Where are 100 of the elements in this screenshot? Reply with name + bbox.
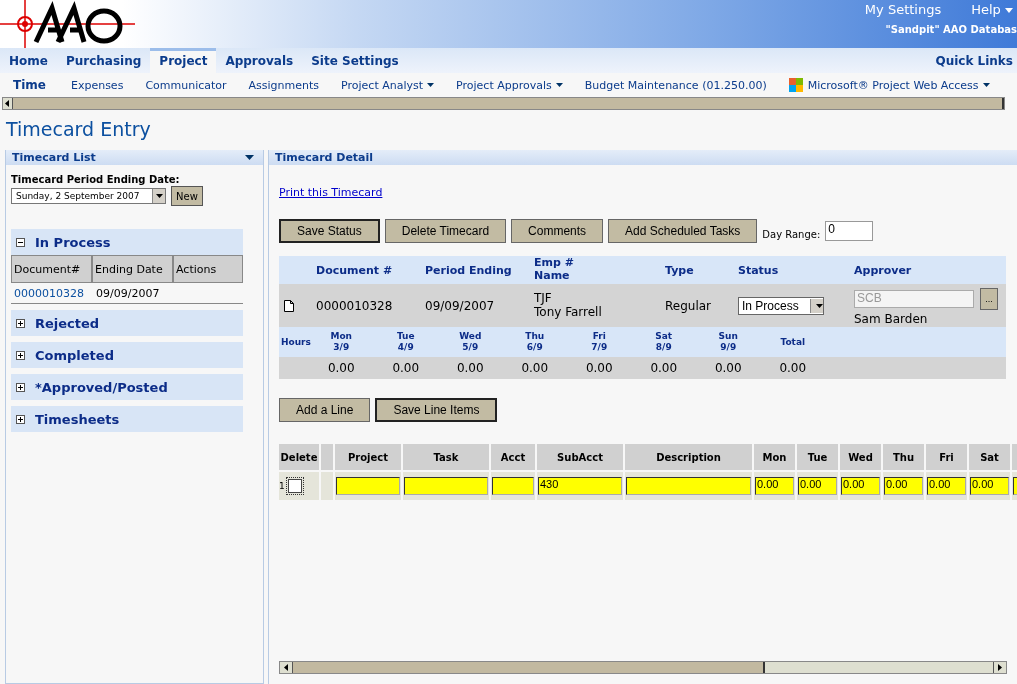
subnav-tab[interactable]: Budget Maintenance (01.250.00) bbox=[573, 78, 778, 92]
group-header[interactable]: Timesheets bbox=[11, 406, 243, 432]
horizontal-scrollbar[interactable] bbox=[2, 97, 1005, 110]
period-dropdown[interactable]: Sunday, 2 September 2007 bbox=[11, 188, 166, 204]
subnav-tab[interactable]: Project Analyst bbox=[330, 78, 446, 92]
hours-field[interactable]: 0.00 bbox=[755, 477, 794, 495]
group-header[interactable]: *Approved/Posted bbox=[11, 374, 243, 400]
field-label: Day Range: bbox=[762, 228, 821, 240]
horizontal-scrollbar[interactable] bbox=[279, 661, 1007, 674]
group-title: *Approved/Posted bbox=[35, 379, 168, 395]
hours-field[interactable]: 0.00 bbox=[841, 477, 880, 495]
action-button[interactable]: Save Status bbox=[279, 219, 380, 243]
column-header: Thu bbox=[525, 331, 545, 342]
column-header: 3/9 bbox=[333, 342, 350, 353]
browse-button[interactable]: ... bbox=[980, 287, 998, 310]
subnav-tab[interactable]: Assignments bbox=[237, 78, 331, 92]
column-header: Sun bbox=[718, 331, 738, 342]
table-cell-text: 0.00 bbox=[520, 361, 550, 375]
subnav-tab[interactable]: Project Approvals bbox=[445, 78, 574, 92]
column-header bbox=[321, 444, 333, 470]
right-arrow-icon bbox=[998, 664, 1002, 671]
hours-field[interactable]: 0.00 bbox=[798, 477, 837, 495]
group-header[interactable]: Rejected bbox=[11, 310, 243, 336]
row-number: 1 bbox=[279, 481, 285, 491]
left-arrow-icon bbox=[284, 664, 288, 671]
action-button[interactable]: Add a Line bbox=[279, 398, 371, 422]
group-title: Rejected bbox=[35, 315, 100, 331]
caret-icon bbox=[555, 83, 563, 87]
subnav-tab[interactable]: Communicator bbox=[134, 78, 238, 92]
subnav-tab[interactable]: Time bbox=[0, 78, 60, 92]
subnav-tab[interactable]: Microsoft® Project Web Access bbox=[777, 78, 1001, 92]
column-header: Total bbox=[779, 336, 807, 348]
field-label: Timecard Period Ending Date: bbox=[11, 174, 181, 185]
table-cell-text: 0.00 bbox=[584, 361, 614, 375]
column-header: Wed bbox=[459, 331, 482, 342]
subaccount-field[interactable]: 430 bbox=[538, 477, 622, 495]
column-header: 5/9 bbox=[462, 342, 479, 353]
dropdown-arrow-icon bbox=[155, 194, 163, 198]
subnav-tab[interactable]: Expenses bbox=[59, 78, 135, 92]
nav-tab[interactable]: Purchasing bbox=[56, 48, 151, 73]
column-header: Hours bbox=[280, 337, 309, 347]
hours-field[interactable]: 0.00 bbox=[927, 477, 966, 495]
column-header: Status bbox=[738, 263, 780, 277]
nav-tab[interactable]: Project bbox=[150, 48, 217, 73]
nav-tab[interactable]: Approvals bbox=[216, 48, 303, 73]
group-title: In Process bbox=[35, 234, 111, 250]
hours-field[interactable]: 0.00 bbox=[884, 477, 923, 495]
column-header: Wed bbox=[840, 444, 881, 470]
table-cell-text: 0.00 bbox=[455, 361, 485, 375]
quick-links[interactable]: Quick Links bbox=[931, 48, 1017, 73]
app-icon bbox=[788, 78, 803, 92]
left-arrow-icon bbox=[5, 100, 10, 107]
column-header: 6/9 bbox=[526, 342, 543, 353]
panel-title: Timecard Detail bbox=[275, 151, 374, 164]
column-header: Sat bbox=[969, 444, 1010, 470]
new-button[interactable]: New bbox=[171, 186, 203, 206]
column-header: Fri bbox=[592, 331, 606, 342]
column-header: Document # bbox=[316, 263, 394, 277]
caret-icon bbox=[1005, 8, 1013, 13]
action-button[interactable]: Delete Timecard bbox=[384, 219, 507, 243]
table-cell-text: 0.00 bbox=[713, 361, 743, 375]
column-header: 8/9 bbox=[655, 342, 672, 353]
action-button[interactable]: Add Scheduled Tasks bbox=[608, 219, 758, 243]
caret-icon bbox=[427, 83, 435, 87]
help-menu[interactable]: Help bbox=[971, 2, 1013, 17]
table-cell: 09/09/2007 bbox=[96, 286, 160, 300]
column-header: Mon bbox=[330, 331, 352, 342]
description-field[interactable] bbox=[626, 477, 751, 495]
project-field[interactable] bbox=[336, 477, 400, 495]
status-dropdown[interactable]: In Process bbox=[738, 296, 824, 315]
day-range-field[interactable]: 0 bbox=[825, 221, 874, 241]
action-button[interactable]: Comments bbox=[511, 219, 604, 243]
column-header: Document# bbox=[11, 255, 92, 283]
action-button[interactable]: Save Line Items bbox=[375, 398, 498, 422]
table-cell-text: 0.00 bbox=[326, 361, 356, 375]
table-cell-text: 0000010328 bbox=[316, 298, 394, 313]
nav-tab[interactable]: Site Settings bbox=[302, 48, 408, 73]
column-header: Name bbox=[534, 270, 571, 283]
account-field[interactable] bbox=[492, 477, 534, 495]
column-header: Tue bbox=[396, 331, 415, 342]
group-title: Completed bbox=[35, 347, 114, 363]
table-cell-text: 0.00 bbox=[649, 361, 679, 375]
print-link[interactable]: Print this Timecard bbox=[279, 186, 383, 199]
group-header[interactable]: Completed bbox=[11, 342, 243, 368]
database-label: "Sandpit" AAO Databas bbox=[885, 24, 1017, 35]
column-header: Project bbox=[335, 444, 401, 470]
panel-title: Timecard List bbox=[12, 151, 96, 164]
nav-tab[interactable]: Home bbox=[0, 48, 57, 73]
column-header: 7/9 bbox=[591, 342, 608, 353]
column-header: Description bbox=[625, 444, 752, 470]
column-header: Acct bbox=[491, 444, 535, 470]
column-header: Tue bbox=[797, 444, 838, 470]
delete-checkbox[interactable] bbox=[287, 479, 302, 493]
column-header: Emp # bbox=[534, 257, 575, 270]
collapse-icon[interactable] bbox=[245, 155, 254, 160]
column-header: Thu bbox=[883, 444, 924, 470]
group-header[interactable]: In Process bbox=[11, 229, 243, 255]
task-field[interactable] bbox=[404, 477, 488, 495]
hours-field[interactable]: 0.00 bbox=[970, 477, 1009, 495]
document-link[interactable]: 0000010328 bbox=[14, 286, 84, 300]
